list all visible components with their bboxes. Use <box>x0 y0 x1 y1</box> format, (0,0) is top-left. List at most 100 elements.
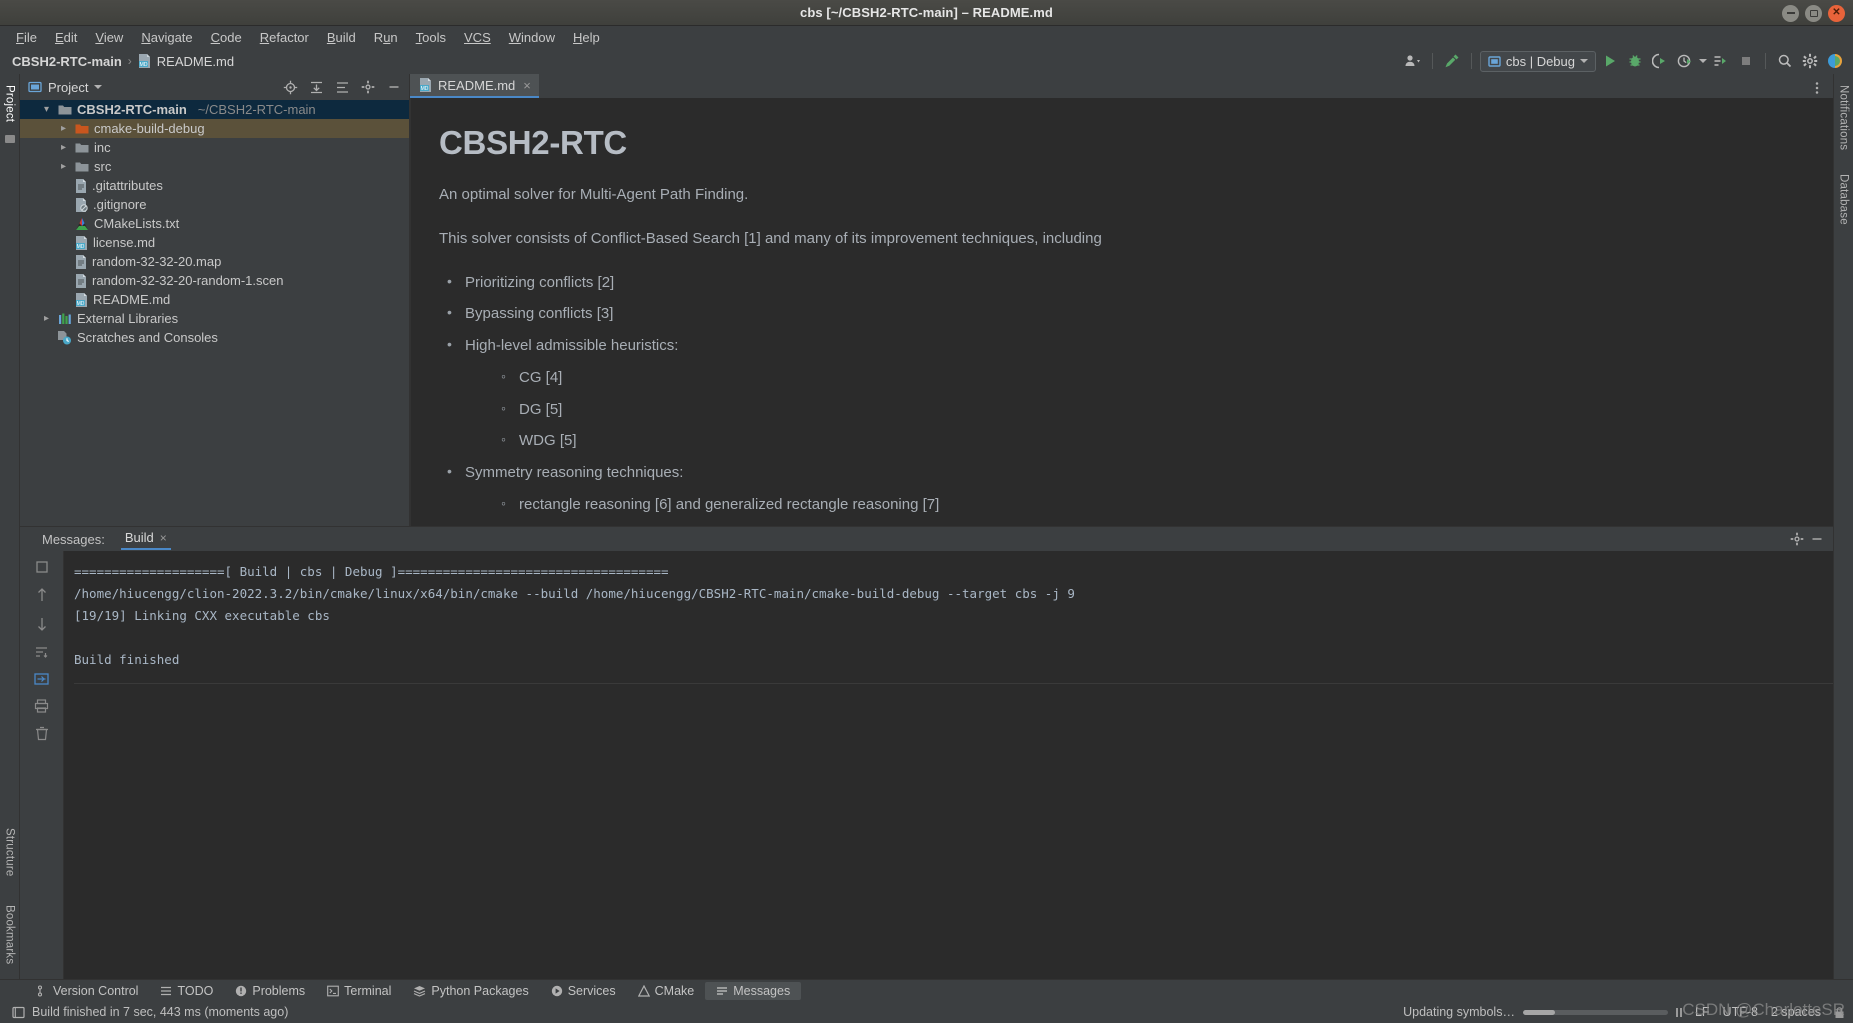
md-paragraph-2: This solver consists of Conflict-Based S… <box>439 229 1102 247</box>
menu-build[interactable]: Build <box>318 29 365 46</box>
expand-all-icon[interactable] <box>306 77 326 97</box>
profiler-chevron-down-icon[interactable] <box>1699 59 1707 63</box>
tw-python-packages[interactable]: Python Packages <box>402 982 539 1000</box>
chevron-collapsed-icon[interactable]: ▸ <box>40 313 53 324</box>
hide-panel-icon[interactable] <box>384 77 404 97</box>
attach-process-icon[interactable] <box>1710 50 1732 72</box>
tree-row-readme-md[interactable]: MD README.md <box>20 290 409 309</box>
commit-icon[interactable] <box>4 133 16 145</box>
chevron-expanded-icon[interactable]: ▾ <box>40 104 53 115</box>
tree-row-gitattributes[interactable]: .gitattributes <box>20 176 409 195</box>
up-arrow-icon[interactable] <box>35 587 49 603</box>
breadcrumb-root[interactable]: CBSH2-RTC-main <box>12 54 122 69</box>
close-button[interactable]: ✕ <box>1828 4 1845 22</box>
pause-icon[interactable] <box>1675 1007 1682 1017</box>
tw-terminal[interactable]: Terminal <box>316 982 402 1000</box>
line-separator-indicator[interactable]: LF <box>1695 1005 1710 1019</box>
breadcrumb-file[interactable]: README.md <box>157 54 234 69</box>
tree-row-src[interactable]: ▸ src <box>20 157 409 176</box>
collapse-all-icon[interactable] <box>332 77 352 97</box>
md-sublist-symmetry: rectangle reasoning [6] and generalized … <box>493 493 1793 526</box>
build-hammer-icon[interactable] <box>1441 50 1463 72</box>
menu-window[interactable]: Window <box>500 29 564 46</box>
settings-gear-icon[interactable] <box>1799 50 1821 72</box>
menu-navigate[interactable]: Navigate <box>132 29 201 46</box>
chevron-collapsed-icon[interactable]: ▸ <box>57 123 70 134</box>
tree-row-license-md[interactable]: MD license.md <box>20 233 409 252</box>
menu-file[interactable]: File <box>7 29 46 46</box>
run-coverage-icon[interactable] <box>1649 50 1671 72</box>
editor-tab-close-icon[interactable]: × <box>523 78 531 93</box>
tree-row-scratches[interactable]: Scratches and Consoles <box>20 328 409 347</box>
tree-row-project-root[interactable]: ▾ CBSH2-RTC-main ~/CBSH2-RTC-main <box>20 100 409 119</box>
rail-tab-project[interactable]: Project <box>2 80 18 127</box>
down-arrow-icon[interactable] <box>35 616 49 632</box>
tree-label-gitattributes: .gitattributes <box>92 178 163 193</box>
menu-tools[interactable]: Tools <box>407 29 455 46</box>
chevron-collapsed-icon[interactable]: ▸ <box>57 142 70 153</box>
tree-row-inc[interactable]: ▸ inc <box>20 138 409 157</box>
hide-panel-icon[interactable] <box>1807 529 1827 549</box>
indent-indicator[interactable]: 2 spaces <box>1771 1005 1821 1019</box>
tree-row-cmake-build-debug[interactable]: ▸ cmake-build-debug <box>20 119 409 138</box>
editor-area: MD README.md × CBSH2-RTC An optimal solv… <box>410 74 1833 526</box>
editor-tab-readme[interactable]: MD README.md × <box>410 74 539 98</box>
stop-icon[interactable] <box>1735 50 1757 72</box>
tw-problems[interactable]: Problems <box>224 982 316 1000</box>
encoding-indicator[interactable]: UTF-8 <box>1723 1005 1758 1019</box>
chevron-collapsed-icon[interactable]: ▸ <box>57 161 70 172</box>
filter-icon[interactable] <box>34 645 49 659</box>
tree-row-scen-file[interactable]: random-32-32-20-random-1.scen <box>20 271 409 290</box>
ai-assistant-icon[interactable] <box>1824 50 1846 72</box>
project-chevron-down-icon[interactable] <box>94 85 103 89</box>
messages-icon <box>716 985 728 997</box>
minimize-button[interactable] <box>1782 4 1799 22</box>
collapse-icon[interactable] <box>34 672 49 686</box>
tree-label-inc: inc <box>94 140 111 155</box>
menu-run[interactable]: Run <box>365 29 407 46</box>
menu-edit[interactable]: Edit <box>46 29 86 46</box>
lock-icon[interactable] <box>1834 1006 1845 1019</box>
tree-row-map-file[interactable]: random-32-32-20.map <box>20 252 409 271</box>
md-subitem-wdg: WDG [5] <box>493 429 1793 452</box>
tw-version-control[interactable]: Version Control <box>26 982 149 1000</box>
rail-tab-structure[interactable]: Structure <box>2 823 18 881</box>
menu-vcs[interactable]: VCS <box>455 29 500 46</box>
project-tool-window: Project ▾ CBSH2-RTC-main ~/CBSH2-RTC-mai… <box>20 74 410 526</box>
rail-tab-notifications[interactable]: Notifications <box>1836 80 1852 155</box>
editor-options-icon[interactable] <box>1807 78 1827 98</box>
print-icon[interactable] <box>34 699 49 713</box>
locate-icon[interactable] <box>280 77 300 97</box>
search-everywhere-icon[interactable] <box>1774 50 1796 72</box>
rail-tab-bookmarks[interactable]: Bookmarks <box>2 900 18 969</box>
debug-icon[interactable] <box>1624 50 1646 72</box>
tw-services[interactable]: Services <box>540 982 627 1000</box>
rail-tab-database[interactable]: Database <box>1836 169 1852 230</box>
tw-messages[interactable]: Messages <box>705 981 802 1000</box>
toggle-soft-wrap-icon[interactable] <box>35 560 49 574</box>
problems-icon <box>235 985 247 997</box>
settings-gear-icon[interactable] <box>1787 529 1807 549</box>
menu-view[interactable]: View <box>86 29 132 46</box>
md-bullet-bypassing: Bypassing conflicts [3] <box>439 302 1793 325</box>
menu-refactor[interactable]: Refactor <box>251 29 318 46</box>
tree-row-gitignore[interactable]: .gitignore <box>20 195 409 214</box>
profiler-icon[interactable] <box>1674 50 1696 72</box>
md-sublist-heuristics: CG [4] DG [5] WDG [5] <box>493 366 1793 452</box>
run-icon[interactable] <box>1599 50 1621 72</box>
window-controls: ✕ <box>1782 0 1845 26</box>
build-console-output[interactable]: ====================[ Build | cbs | Debu… <box>64 551 1833 979</box>
tree-row-cmakelists[interactable]: CMakeLists.txt <box>20 214 409 233</box>
user-settings-icon[interactable] <box>1402 50 1424 72</box>
run-configuration-selector[interactable]: cbs | Debug <box>1479 50 1596 72</box>
settings-gear-icon[interactable] <box>358 77 378 97</box>
menu-help[interactable]: Help <box>564 29 609 46</box>
trash-icon[interactable] <box>35 726 49 741</box>
tw-cmake[interactable]: CMake <box>627 982 706 1000</box>
tree-row-external-libraries[interactable]: ▸ External Libraries <box>20 309 409 328</box>
maximize-button[interactable] <box>1805 4 1822 22</box>
build-tab[interactable]: Build × <box>120 528 171 550</box>
build-tab-close-icon[interactable]: × <box>160 531 167 545</box>
tw-todo[interactable]: TODO <box>149 982 224 1000</box>
menu-code[interactable]: Code <box>202 29 251 46</box>
